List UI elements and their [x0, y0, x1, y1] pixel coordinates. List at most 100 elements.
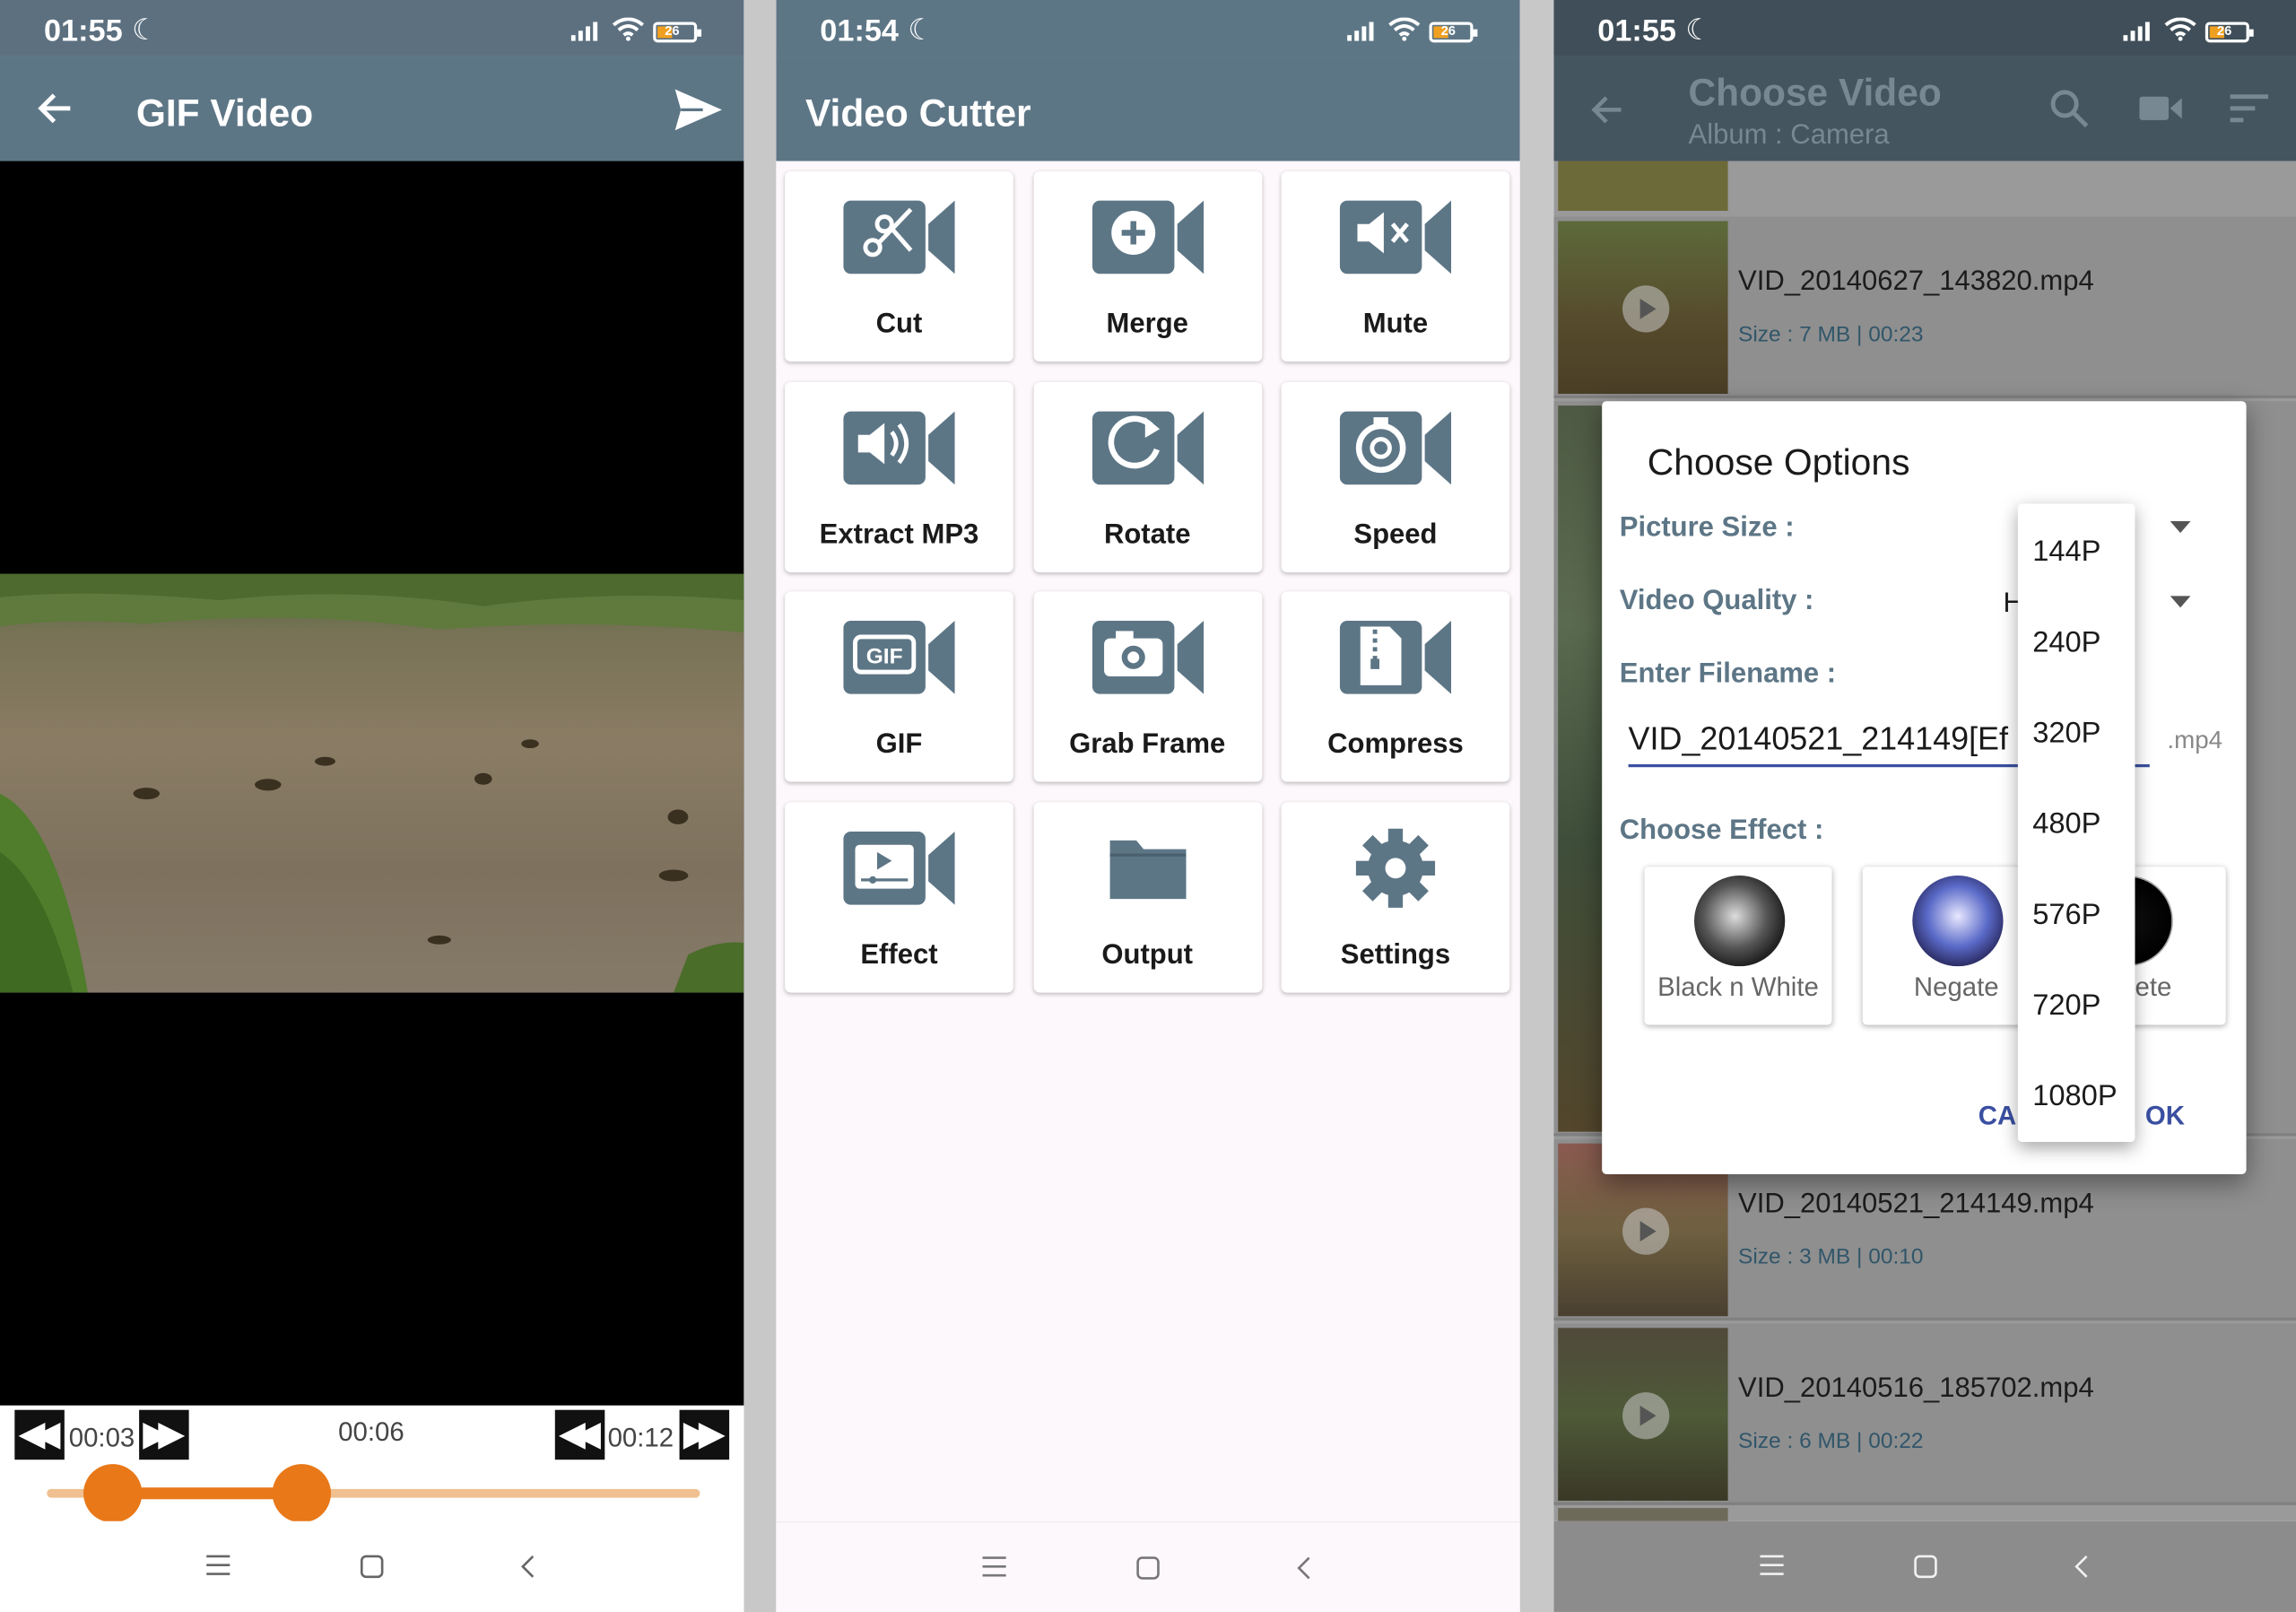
forward-end-button[interactable]: ▶▶ — [679, 1409, 730, 1460]
battery-icon: 26 — [2205, 22, 2254, 43]
resolution-option[interactable]: 480P — [2032, 808, 2100, 842]
trim-end-handle[interactable] — [272, 1464, 331, 1523]
status-time: 01:55 — [43, 14, 123, 48]
rewind-start-button[interactable]: ◀◀ — [14, 1409, 65, 1460]
tool-rotate-button[interactable]: Rotate — [1032, 381, 1262, 572]
trim-start-handle[interactable] — [83, 1464, 142, 1523]
mute-icon — [1339, 200, 1452, 274]
menu-icon[interactable] — [981, 1555, 1007, 1578]
tool-merge-button[interactable]: Merge — [1032, 170, 1262, 362]
moon-icon: ☾ — [1685, 14, 1712, 48]
status-bar: 01:55 ☾ 26 — [0, 0, 744, 57]
play-icon — [1622, 1207, 1670, 1255]
tool-label: Speed — [1353, 518, 1438, 550]
video-filename: VID_20140521_214149.mp4 — [1738, 1189, 2094, 1220]
effect-preview-image — [1912, 875, 2004, 967]
system-nav-bar — [1553, 1521, 2296, 1612]
tool-label: Extract MP3 — [819, 518, 979, 550]
toolbar: GIF Video — [0, 56, 744, 161]
tool-compress-button[interactable]: Compress — [1281, 591, 1510, 782]
tool-effect-button[interactable]: Effect — [785, 801, 1013, 992]
tool-extract-mp3-button[interactable]: Extract MP3 — [785, 381, 1013, 572]
back-icon[interactable] — [1294, 1555, 1315, 1581]
menu-icon[interactable] — [1759, 1554, 1785, 1577]
tool-label: GIF — [875, 728, 923, 761]
forward-start-button[interactable]: ▶▶ — [139, 1409, 189, 1460]
tool-label: Compress — [1327, 728, 1464, 761]
wifi-icon — [1388, 17, 1421, 41]
tool-output-button[interactable]: Output — [1032, 801, 1262, 992]
page-title: GIF Video — [135, 91, 314, 135]
plus-icon — [1091, 200, 1204, 274]
resolution-option[interactable]: 1080P — [2032, 1080, 2117, 1114]
back-icon[interactable] — [2072, 1554, 2092, 1580]
video-quality-dropdown-icon[interactable] — [2170, 596, 2191, 608]
tool-label: Settings — [1340, 938, 1451, 971]
effect-black-n-white[interactable]: Black n White — [1644, 867, 1832, 1025]
tool-label: Mute — [1362, 309, 1429, 340]
video-size: Size : 6 MB | 00:22 — [1738, 1428, 1924, 1454]
cancel-button[interactable]: CAI — [1979, 1101, 2024, 1131]
resolution-option[interactable]: 720P — [2032, 989, 2100, 1024]
rotate-icon — [1091, 410, 1204, 484]
rewind-end-button[interactable]: ◀◀ — [554, 1409, 605, 1460]
tool-settings-button[interactable]: Settings — [1281, 801, 1510, 992]
resolution-option[interactable]: 320P — [2032, 718, 2100, 752]
duration-time: 00:06 — [338, 1416, 404, 1447]
pond-scene-image — [0, 573, 744, 993]
status-time: 01:54 — [820, 14, 900, 48]
svg-text:GIF: GIF — [866, 644, 903, 668]
tool-speed-button[interactable]: Speed — [1281, 381, 1510, 572]
tool-label: Rotate — [1103, 518, 1191, 550]
video-thumbnail — [1558, 161, 1728, 212]
home-icon[interactable] — [1135, 1555, 1161, 1581]
list-item[interactable]: VID_20140627_143820.mp4 Size : 7 MB | 00… — [1553, 216, 2296, 398]
scissors-icon — [843, 200, 955, 274]
effect-preview-image — [1694, 875, 1786, 967]
video-size: Size : 7 MB | 00:23 — [1738, 322, 1924, 347]
signal-icon — [1347, 22, 1374, 41]
moon-icon: ☾ — [908, 14, 935, 48]
resolution-option[interactable]: 240P — [2032, 627, 2100, 661]
resolution-option[interactable]: 576P — [2032, 899, 2100, 933]
list-item[interactable]: VID_20140516_185702.mp4 Size : 6 MB | 00… — [1553, 1323, 2296, 1505]
video-frame — [0, 573, 744, 993]
album-subtitle: Album : Camera — [1688, 119, 1890, 152]
end-time: 00:12 — [607, 1423, 674, 1453]
back-arrow-icon[interactable] — [1588, 93, 1623, 126]
system-nav-bar — [776, 1521, 1520, 1612]
video-player-icon — [843, 831, 955, 904]
resolution-option[interactable]: 144P — [2032, 536, 2100, 570]
tool-gif-button[interactable]: GIF GIF — [785, 591, 1013, 782]
gif-icon: GIF — [843, 621, 955, 694]
ok-button[interactable]: OK — [2145, 1101, 2185, 1131]
tool-grab-frame-button[interactable]: Grab Frame — [1032, 591, 1262, 782]
camera-icon — [1091, 621, 1204, 694]
picture-size-dropdown-icon[interactable] — [2170, 521, 2191, 534]
video-thumbnail — [1558, 1328, 1728, 1501]
page-title: Video Cutter — [804, 91, 1031, 135]
tool-label: Grab Frame — [1069, 728, 1226, 761]
status-time: 01:55 — [1597, 14, 1676, 48]
home-icon[interactable] — [1912, 1554, 1938, 1580]
tool-mute-button[interactable]: Mute — [1281, 170, 1510, 362]
video-size: Size : 3 MB | 00:10 — [1738, 1244, 1924, 1270]
toolbar: Video Cutter — [776, 56, 1520, 161]
picture-size-label: Picture Size : — [1619, 512, 1795, 544]
search-icon[interactable] — [2048, 88, 2090, 129]
tool-label: Merge — [1106, 309, 1188, 340]
tool-label: Cut — [875, 309, 923, 340]
back-icon[interactable] — [518, 1554, 539, 1580]
effect-label: Choose Effect : — [1619, 815, 1824, 847]
tool-label: Effect — [860, 938, 938, 971]
video-camera-icon[interactable] — [2139, 93, 2183, 123]
send-icon[interactable] — [674, 88, 724, 132]
sort-icon[interactable] — [2229, 93, 2270, 123]
page-title: Choose Video — [1688, 70, 1942, 115]
play-icon — [1622, 285, 1670, 333]
menu-icon[interactable] — [205, 1554, 231, 1577]
back-arrow-icon[interactable] — [35, 91, 73, 126]
tool-cut-button[interactable]: Cut — [785, 170, 1013, 362]
signal-icon — [570, 22, 598, 41]
home-icon[interactable] — [359, 1554, 385, 1580]
